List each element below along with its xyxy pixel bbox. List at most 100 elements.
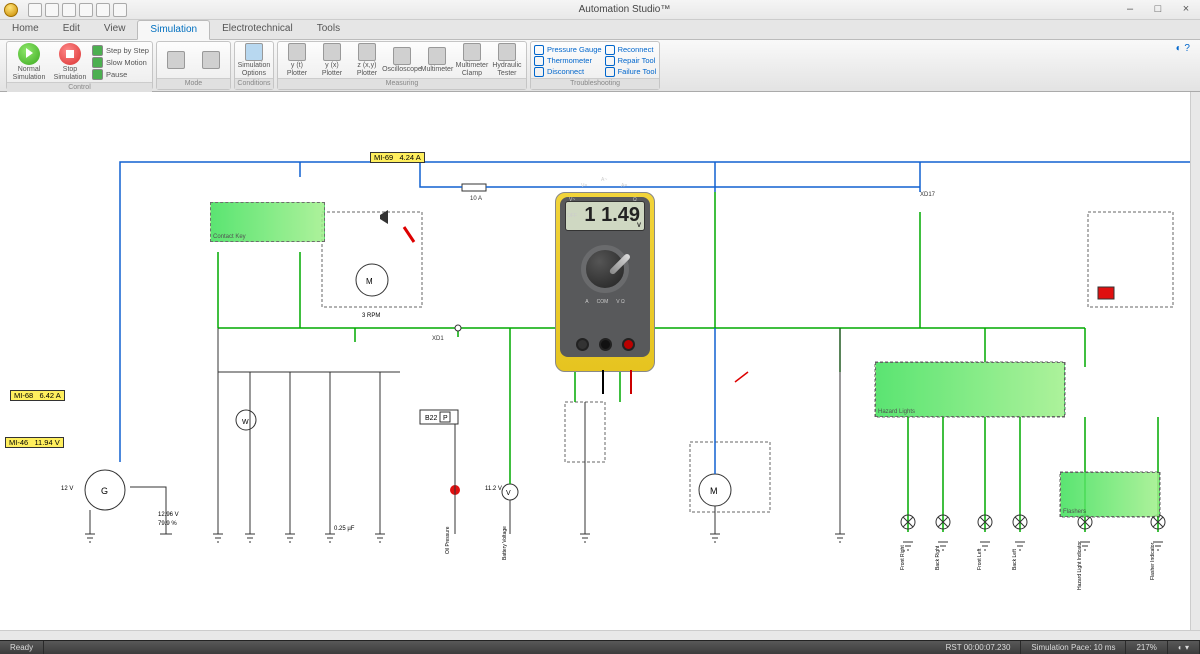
highlight-contact-key: Contact Key xyxy=(210,202,325,242)
multimeter-instrument[interactable]: 1 1.49 V OFF V~ V= A~ A= Ω A COM V Ω xyxy=(555,192,655,372)
fuse-label: 10 A xyxy=(470,196,482,202)
tab-simulation[interactable]: Simulation xyxy=(137,20,210,40)
multimeter-port-com[interactable] xyxy=(599,338,612,351)
pause-icon xyxy=(92,69,103,80)
plotter-zxy-button[interactable]: z (x,y) Plotter xyxy=(351,43,383,78)
vertical-scrollbar[interactable] xyxy=(1190,92,1200,630)
step-icon xyxy=(92,45,103,56)
ribbon-group-troubleshooting: Pressure Gauge Thermometer Disconnect Re… xyxy=(530,41,660,90)
tab-tools[interactable]: Tools xyxy=(305,20,352,39)
mode-btn-2[interactable] xyxy=(195,51,227,70)
flask-icon xyxy=(245,43,263,61)
pressure-gauge-button[interactable]: Pressure Gauge xyxy=(534,45,602,55)
highlight-hazard-lights: Hazard Lights xyxy=(875,362,1065,417)
app-icon xyxy=(4,3,18,17)
svg-text:Front Left: Front Left xyxy=(977,548,983,570)
status-pace: Simulation Pace: 10 ms xyxy=(1021,641,1126,654)
normal-simulation-button[interactable]: Normal Simulation xyxy=(10,43,48,82)
svg-text:11.2 V: 11.2 V xyxy=(485,486,502,492)
svg-text:P: P xyxy=(443,415,448,422)
svg-text:Back Right: Back Right xyxy=(935,545,941,570)
failure-tool-button[interactable]: Failure Tool xyxy=(605,67,657,77)
schematic-canvas-wrap: 10 A XD17 XD1 G 12 V 12.96 V 79.9 % M 3 … xyxy=(0,92,1200,640)
multimeter-port-a[interactable] xyxy=(576,338,589,351)
svg-text:XD17: XD17 xyxy=(920,192,936,198)
multimeter-probe-black[interactable] xyxy=(602,370,604,394)
svg-text:Flasher Indicator: Flasher Indicator xyxy=(1150,542,1156,580)
qat-btn-5[interactable] xyxy=(96,3,110,17)
status-ready: Ready xyxy=(0,641,44,654)
cap-label: 0.25 µF xyxy=(334,526,355,532)
qat-btn-1[interactable] xyxy=(28,3,42,17)
svg-text:Back Left: Back Left xyxy=(1012,549,1018,570)
measurement-mi46[interactable]: MI-46 11.94 V xyxy=(5,437,64,448)
reconnect-button[interactable]: Reconnect xyxy=(605,45,657,55)
multimeter-dial-labels: OFF V~ V= A~ A= Ω xyxy=(565,175,645,235)
stop-icon xyxy=(59,43,81,65)
hydraulic-tester-button[interactable]: Hydraulic Tester xyxy=(491,43,523,78)
svg-text:M: M xyxy=(366,277,373,286)
tab-home[interactable]: Home xyxy=(0,20,51,39)
svg-text:M: M xyxy=(710,486,718,496)
stop-simulation-button[interactable]: Stop Simulation xyxy=(51,43,89,82)
qat-btn-6[interactable] xyxy=(113,3,127,17)
sim-options-button[interactable]: Simulation Options xyxy=(238,43,270,78)
generator-label: G xyxy=(101,486,108,496)
tab-electrotechnical[interactable]: Electrotechnical xyxy=(210,20,305,39)
ribbon-group-control: Normal Simulation Stop Simulation Step b… xyxy=(6,41,153,90)
status-extra[interactable]: ◐ ▾ xyxy=(1168,641,1200,654)
pct: 79.9 % xyxy=(158,521,177,527)
titlebar: Automation Studio™ – □ × xyxy=(0,0,1200,20)
svg-text:W: W xyxy=(242,419,249,426)
tab-edit[interactable]: Edit xyxy=(51,20,92,39)
repair-tool-button[interactable]: Repair Tool xyxy=(605,56,657,66)
ribbon: Normal Simulation Stop Simulation Step b… xyxy=(0,40,1200,92)
ribbon-tabs: Home Edit View Simulation Electrotechnic… xyxy=(0,20,1200,40)
svg-text:B22: B22 xyxy=(425,415,438,422)
multimeter-port-vohm[interactable] xyxy=(622,338,635,351)
statusbar: Ready RST 00:00:07.230 Simulation Pace: … xyxy=(0,640,1200,654)
voltage-1296: 12.96 V xyxy=(158,512,179,518)
status-rst: RST 00:00:07.230 xyxy=(936,641,1022,654)
step-by-step-button[interactable]: Step by Step xyxy=(92,45,149,56)
slow-motion-button[interactable]: Slow Motion xyxy=(92,57,149,68)
qat-btn-2[interactable] xyxy=(45,3,59,17)
close-button[interactable]: × xyxy=(1172,1,1200,19)
pause-button[interactable]: Pause xyxy=(92,69,149,80)
ribbon-help-icon[interactable]: ◐ ? xyxy=(1172,41,1194,90)
minimize-button[interactable]: – xyxy=(1116,1,1144,19)
multimeter-probe-red[interactable] xyxy=(630,370,632,394)
ribbon-group-mode: Mode xyxy=(156,41,231,90)
rpm-label: 3 RPM xyxy=(362,313,380,319)
svg-text:Oil Pressure: Oil Pressure xyxy=(445,526,451,554)
multimeter-dial[interactable] xyxy=(581,245,629,293)
svg-text:XD1: XD1 xyxy=(432,336,444,342)
qat-btn-4[interactable] xyxy=(79,3,93,17)
clamp-button[interactable]: Multimeter Clamp xyxy=(456,43,488,78)
ribbon-group-conditions: Simulation Options Conditions xyxy=(234,41,274,90)
play-icon xyxy=(18,43,40,65)
thermometer-button[interactable]: Thermometer xyxy=(534,56,602,66)
measurement-mi69[interactable]: MI-69 4.24 A xyxy=(370,152,425,163)
window-title: Automation Studio™ xyxy=(133,4,1116,15)
plotter-yt-button[interactable]: y (t) Plotter xyxy=(281,43,313,78)
voltage-12v: 12 V xyxy=(61,486,73,492)
svg-text:Hazard Light Indicator: Hazard Light Indicator xyxy=(1077,541,1083,590)
plotter-yx-button[interactable]: y (x) Plotter xyxy=(316,43,348,78)
quick-access-toolbar[interactable] xyxy=(22,3,133,17)
highlight-flashers: Flashers xyxy=(1060,472,1160,517)
status-zoom[interactable]: 217% xyxy=(1126,641,1167,654)
mode-btn-1[interactable] xyxy=(160,51,192,70)
tab-view[interactable]: View xyxy=(92,20,138,39)
svg-text:Front Right: Front Right xyxy=(900,545,906,570)
horizontal-scrollbar[interactable] xyxy=(0,630,1200,640)
ribbon-group-measuring: y (t) Plotter y (x) Plotter z (x,y) Plot… xyxy=(277,41,527,90)
measurement-mi68[interactable]: MI-68 6.42 A xyxy=(10,390,65,401)
multimeter-button[interactable]: Multimeter xyxy=(421,47,453,74)
schematic-canvas[interactable]: 10 A XD17 XD1 G 12 V 12.96 V 79.9 % M 3 … xyxy=(0,92,1200,640)
disconnect-button[interactable]: Disconnect xyxy=(534,67,602,77)
oscilloscope-button[interactable]: Oscilloscope xyxy=(386,47,418,74)
svg-text:V: V xyxy=(506,490,511,497)
maximize-button[interactable]: □ xyxy=(1144,1,1172,19)
qat-btn-3[interactable] xyxy=(62,3,76,17)
